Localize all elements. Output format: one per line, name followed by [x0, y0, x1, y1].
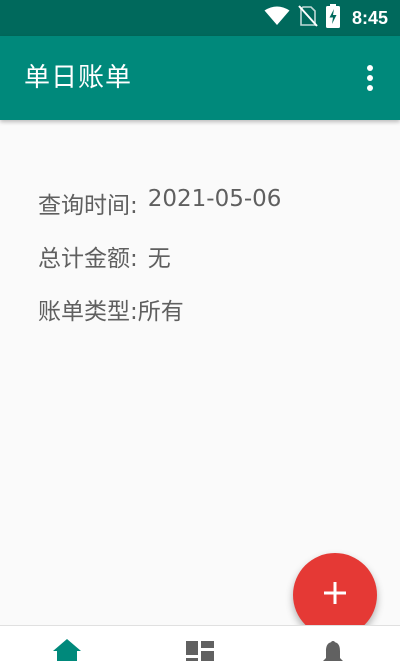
add-icon [324, 582, 346, 608]
query-time-label: 查询时间: [38, 193, 138, 219]
wifi-icon [264, 6, 290, 30]
menu-dot [367, 85, 373, 91]
bill-type-value: 所有 [137, 299, 184, 325]
app-bar: 单日账单 [0, 36, 400, 120]
bill-info: 查询时间: 2021-05-06 总计金额: 无 账单类型: 所有 [38, 186, 378, 345]
nav-item-home[interactable] [52, 638, 82, 661]
dashboard-icon [186, 641, 214, 661]
bill-type-row: 账单类型: 所有 [38, 292, 378, 345]
total-amount-row: 总计金额: 无 [38, 239, 378, 292]
total-amount-label: 总计金额: [38, 246, 138, 272]
status-bar: 8:45 [0, 0, 400, 36]
more-vert-icon[interactable] [358, 62, 382, 94]
menu-dot [367, 75, 373, 81]
query-time-row: 查询时间: 2021-05-06 [38, 186, 378, 239]
home-icon [52, 639, 82, 661]
total-amount-value: 无 [147, 246, 171, 272]
bottom-nav [0, 625, 400, 661]
nav-item-notifications[interactable] [320, 638, 346, 661]
notifications-icon [320, 641, 346, 661]
page-title: 单日账单 [24, 63, 133, 93]
bill-type-label: 账单类型: [38, 299, 138, 325]
no-sim-icon [298, 5, 318, 31]
menu-dot [367, 65, 373, 71]
battery-charging-icon [325, 4, 340, 32]
query-time-value: 2021-05-06 [147, 186, 282, 212]
status-icons: 8:45 [264, 0, 388, 36]
nav-item-dashboard[interactable] [186, 638, 214, 661]
status-time: 8:45 [351, 7, 388, 28]
